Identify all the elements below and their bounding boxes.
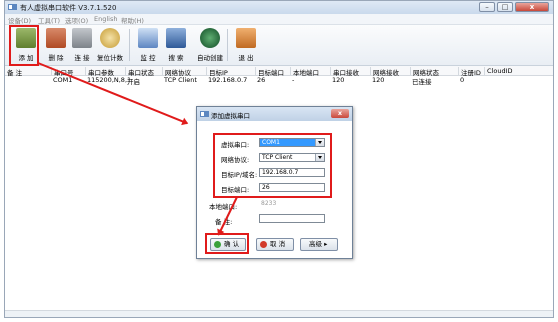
connect-button[interactable]: 连 接 bbox=[69, 26, 95, 64]
cell-net-rx: 120 bbox=[372, 76, 385, 84]
cell-port-status: 开启 bbox=[127, 78, 140, 86]
status-bar bbox=[5, 310, 553, 317]
search-device-icon bbox=[166, 28, 186, 48]
col-target-port[interactable]: 目标端口 bbox=[255, 67, 290, 77]
close-button[interactable]: x bbox=[515, 2, 549, 12]
connect-icon bbox=[72, 28, 92, 48]
dialog-title: 添加虚拟串口 bbox=[211, 112, 250, 120]
advanced-button-label: 高级 ▸ bbox=[309, 240, 328, 248]
col-net-rx[interactable]: 网络接收 bbox=[370, 67, 410, 77]
cell-register-id: 0 bbox=[460, 76, 465, 84]
exit-button[interactable]: 退 出 bbox=[233, 26, 259, 64]
menu-english[interactable]: English bbox=[94, 15, 117, 23]
fields-highlight bbox=[213, 133, 332, 198]
cell-protocol: TCP Client bbox=[164, 76, 197, 84]
monitor-button[interactable]: 监 控 bbox=[135, 26, 161, 64]
maximize-button[interactable]: □ bbox=[497, 2, 513, 12]
advanced-button[interactable]: 高级 ▸ bbox=[300, 238, 338, 251]
minimize-button[interactable]: – bbox=[479, 2, 495, 12]
col-register-id[interactable]: 注册ID bbox=[458, 67, 484, 77]
col-cloud-id[interactable]: CloudID bbox=[484, 67, 553, 75]
menu-options[interactable]: 选项(O) bbox=[65, 15, 88, 25]
remark-input[interactable] bbox=[259, 214, 325, 223]
toolbar-separator bbox=[129, 29, 130, 61]
cell-port: COM1 bbox=[53, 76, 73, 84]
local-port-field: 8233 bbox=[261, 200, 277, 207]
col-remark[interactable]: 备 注 bbox=[5, 67, 51, 77]
reset-counter-button[interactable]: 复位计数 bbox=[97, 26, 123, 64]
menu-help[interactable]: 帮助(H) bbox=[121, 15, 144, 25]
menu-tools[interactable]: 工具(T) bbox=[38, 15, 60, 25]
cell-port-rx: 120 bbox=[332, 76, 345, 84]
reset-counter-icon bbox=[100, 28, 120, 48]
col-protocol[interactable]: 网络协议 bbox=[162, 67, 206, 77]
cell-target-ip: 192.168.0.7 bbox=[208, 76, 248, 84]
menu-bar: 设备(D) 工具(T) 选项(O) English 帮助(H) bbox=[5, 14, 553, 25]
toolbar-separator bbox=[227, 29, 228, 61]
toolbar: 添 加 删 除 连 接 复位计数 监 控 搜 索 自动创建 退 出 bbox=[5, 25, 553, 66]
title-bar: 有人虚拟串口软件 V3.7.1.520 – □ x bbox=[5, 1, 553, 14]
add-button-highlight bbox=[9, 25, 39, 66]
col-port-rx[interactable]: 串口接收 bbox=[330, 67, 370, 77]
cell-net-status: 已连接 bbox=[412, 78, 432, 86]
cancel-button-label: 取 消 bbox=[270, 240, 286, 248]
connect-button-label: 连 接 bbox=[74, 54, 90, 62]
delete-port-icon bbox=[46, 28, 66, 48]
delete-button[interactable]: 删 除 bbox=[43, 26, 69, 64]
col-local-port[interactable]: 本地端口 bbox=[290, 67, 330, 77]
search-button[interactable]: 搜 索 bbox=[163, 26, 189, 64]
dialog-close-button[interactable]: x bbox=[331, 109, 349, 118]
monitor-button-label: 监 控 bbox=[140, 54, 156, 62]
app-icon bbox=[8, 4, 17, 10]
reset-counter-label: 复位计数 bbox=[97, 54, 123, 62]
auto-create-icon bbox=[200, 28, 220, 48]
exit-button-label: 退 出 bbox=[238, 54, 254, 62]
cell-target-port: 26 bbox=[257, 76, 266, 84]
cell-local-port: - bbox=[292, 76, 295, 84]
col-net-status[interactable]: 网络状态 bbox=[410, 67, 458, 77]
ok-button-highlight bbox=[205, 233, 249, 254]
dialog-title-bar: 添加虚拟串口 x bbox=[197, 107, 352, 121]
menu-device[interactable]: 设备(D) bbox=[8, 15, 31, 25]
col-port-status[interactable]: 串口状态 bbox=[125, 67, 162, 77]
cancel-icon bbox=[260, 241, 267, 248]
exit-icon bbox=[236, 28, 256, 48]
col-target-ip[interactable]: 目标IP bbox=[206, 67, 255, 77]
col-port-params[interactable]: 串口参数 bbox=[85, 67, 125, 77]
search-button-label: 搜 索 bbox=[168, 54, 184, 62]
auto-create-label: 自动创建 bbox=[197, 54, 223, 62]
window-title: 有人虚拟串口软件 V3.7.1.520 bbox=[20, 4, 117, 12]
monitor-icon bbox=[138, 28, 158, 48]
dialog-icon bbox=[200, 111, 209, 117]
cancel-button[interactable]: 取 消 bbox=[256, 238, 294, 251]
auto-create-button[interactable]: 自动创建 bbox=[197, 26, 223, 64]
